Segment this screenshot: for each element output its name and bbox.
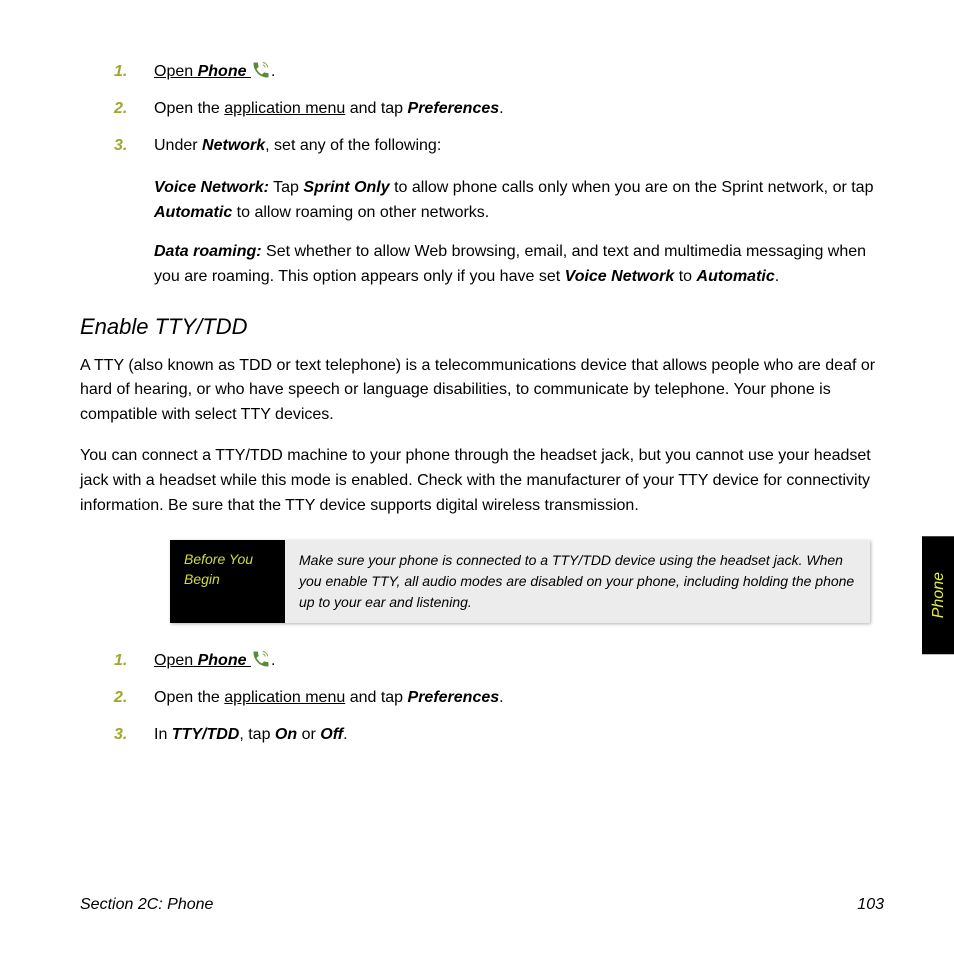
note-body: Make sure your phone is connected to a T… <box>285 540 870 623</box>
footer-page-number: 103 <box>857 896 884 914</box>
steps-list-2: Open Phone . Open the application menu a… <box>130 649 880 747</box>
step-1: Open Phone . <box>130 60 880 85</box>
phone-icon <box>251 60 271 80</box>
footer-section: Section 2C: Phone <box>80 896 213 914</box>
data-roaming-para: Data roaming: Set whether to allow Web b… <box>154 240 880 290</box>
step-text: Open Phone <box>154 652 271 669</box>
voice-network-para: Voice Network: Tap Sprint Only to allow … <box>154 176 880 226</box>
before-you-begin-note: Before You Begin Make sure your phone is… <box>170 540 870 623</box>
step-1b: Open Phone . <box>130 649 880 674</box>
tty-para-2: You can connect a TTY/TDD machine to you… <box>80 444 880 518</box>
note-title: Before You Begin <box>170 540 285 623</box>
section-heading: Enable TTY/TDD <box>80 314 880 340</box>
page-footer: Section 2C: Phone 103 <box>80 896 884 914</box>
step-3: Under Network, set any of the following: <box>130 134 880 159</box>
step-2b: Open the application menu and tap Prefer… <box>130 686 880 711</box>
step-text: Open Phone <box>154 63 271 80</box>
side-tab-phone: Phone <box>922 536 954 654</box>
step-3b: In TTY/TDD, tap On or Off. <box>130 723 880 748</box>
tty-para-1: A TTY (also known as TDD or text telepho… <box>80 354 880 428</box>
steps-list-1: Open Phone . Open the application menu a… <box>130 60 880 158</box>
phone-icon <box>251 649 271 669</box>
page-content: Open Phone . Open the application menu a… <box>80 60 880 748</box>
step-2: Open the application menu and tap Prefer… <box>130 97 880 122</box>
